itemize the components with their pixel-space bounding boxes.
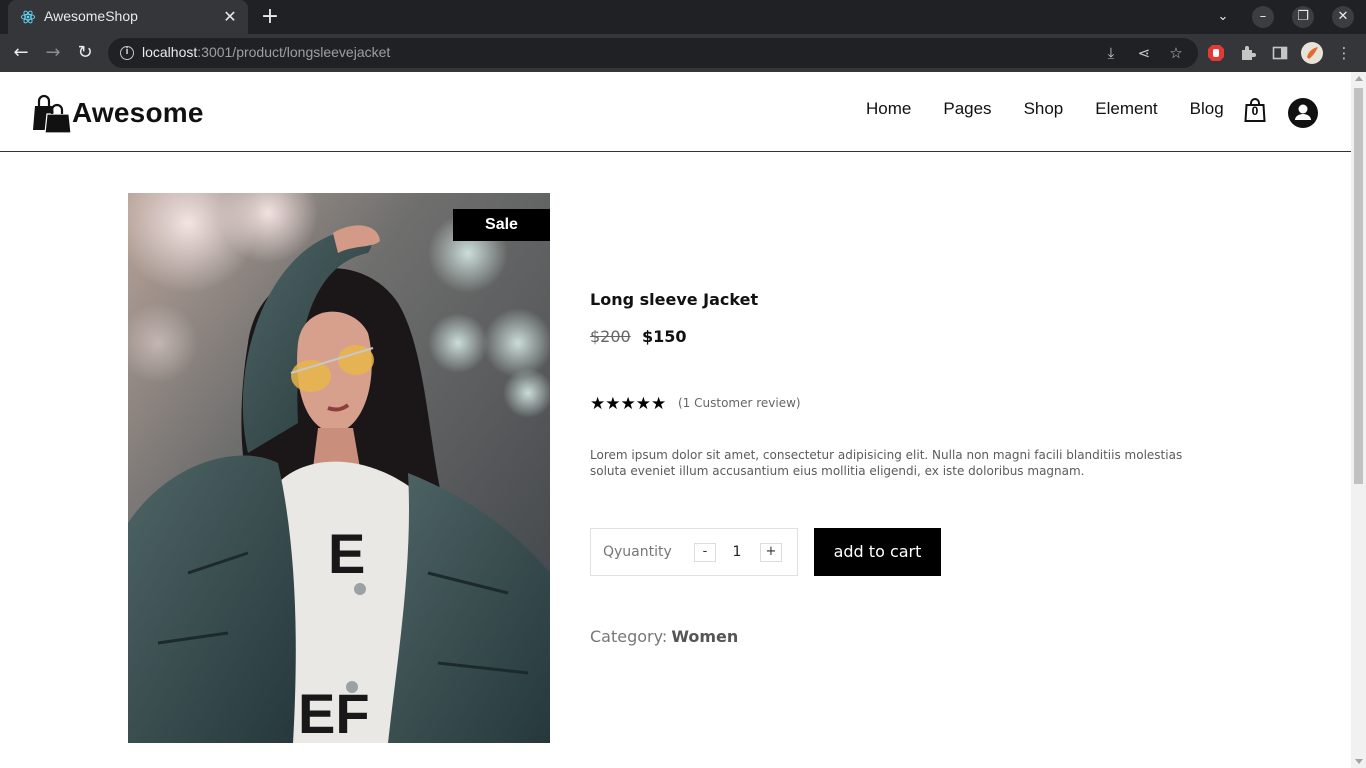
restore-button[interactable]: ❐ [1292, 6, 1314, 28]
svg-text:EF: EF [298, 682, 370, 743]
share-icon[interactable]: ⋖ [1134, 43, 1154, 63]
main-menu: Home Pages Shop Element Blog [866, 99, 1256, 119]
react-icon [20, 10, 36, 24]
page: Awesome Home Pages Shop Element Blog 0 E… [0, 72, 1351, 768]
site-info-icon[interactable]: i [120, 46, 134, 60]
star-rating-icon: ★★★★★ [590, 394, 667, 414]
svg-text:E: E [328, 522, 365, 585]
increment-button[interactable]: + [760, 543, 782, 562]
product-image: E EF [128, 193, 550, 743]
scroll-thumb[interactable] [1354, 88, 1363, 484]
extension-stop-icon[interactable] [1206, 43, 1226, 63]
sale-badge: Sale [453, 209, 550, 241]
quantity-stepper: Qyuantity - 1 + [590, 528, 798, 576]
cart-button[interactable]: 0 [1243, 97, 1267, 123]
extensions-puzzle-icon[interactable] [1238, 43, 1258, 63]
reload-icon[interactable]: ↻ [74, 42, 96, 64]
side-panel-icon[interactable] [1270, 43, 1290, 63]
quantity-value[interactable]: 1 [729, 544, 745, 560]
scroll-down-arrow-icon[interactable] [1355, 759, 1363, 764]
scroll-up-arrow-icon[interactable] [1355, 76, 1363, 81]
decrement-button[interactable]: - [694, 543, 716, 562]
minimize-button[interactable]: – [1252, 6, 1274, 28]
close-window-button[interactable]: ✕ [1332, 6, 1354, 28]
review-count-link[interactable]: (1 Customer review) [678, 396, 801, 410]
shopping-bags-icon [33, 94, 72, 134]
logo-text: Awesome [72, 97, 204, 128]
category-link[interactable]: Women [671, 627, 738, 646]
browser-toolbar: ← → ↻ i localhost:3001/product/longsleev… [0, 34, 1366, 72]
browser-menu-icon[interactable]: ⋮ [1334, 43, 1354, 63]
address-bar[interactable]: i localhost:3001/product/longsleevejacke… [108, 38, 1198, 68]
tab-title: AwesomeShop [44, 8, 138, 24]
menu-item-home[interactable]: Home [866, 99, 911, 119]
original-price: $200 [590, 327, 631, 346]
add-to-cart-button[interactable]: add to cart [814, 528, 941, 576]
product-title: Long sleeve Jacket [590, 290, 759, 309]
profile-avatar-icon[interactable] [1301, 42, 1323, 64]
product-category: Category: Women [590, 627, 738, 646]
menu-item-element[interactable]: Element [1095, 99, 1157, 119]
browser-tab[interactable]: AwesomeShop ✕ [8, 0, 248, 34]
user-account-button[interactable] [1288, 98, 1318, 128]
quantity-label: Qyuantity [603, 544, 672, 560]
close-tab-icon[interactable]: ✕ [220, 7, 240, 27]
category-label: Category: [590, 627, 668, 646]
site-logo[interactable]: Awesome [32, 92, 204, 134]
site-header: Awesome Home Pages Shop Element Blog 0 [0, 72, 1351, 152]
page-scrollbar[interactable] [1351, 72, 1366, 768]
menu-item-blog[interactable]: Blog [1190, 99, 1224, 119]
user-icon [1295, 104, 1311, 120]
forward-icon[interactable]: → [42, 42, 64, 64]
url-text[interactable]: localhost:3001/product/longsleevejacket [142, 44, 390, 60]
cart-count: 0 [1251, 104, 1259, 118]
back-icon[interactable]: ← [10, 42, 32, 64]
product-description: Lorem ipsum dolor sit amet, consectetur … [590, 448, 1183, 478]
browser-tab-bar: AwesomeShop ✕ + ⌄ – ❐ ✕ [0, 0, 1366, 34]
bookmark-star-icon[interactable]: ☆ [1166, 43, 1186, 63]
install-app-icon[interactable]: ⤓ [1101, 43, 1121, 63]
tab-search-icon[interactable]: ⌄ [1212, 6, 1234, 28]
new-tab-button[interactable]: + [258, 6, 282, 30]
sale-price: $150 [642, 327, 687, 346]
menu-item-shop[interactable]: Shop [1024, 99, 1064, 119]
menu-item-pages[interactable]: Pages [943, 99, 991, 119]
